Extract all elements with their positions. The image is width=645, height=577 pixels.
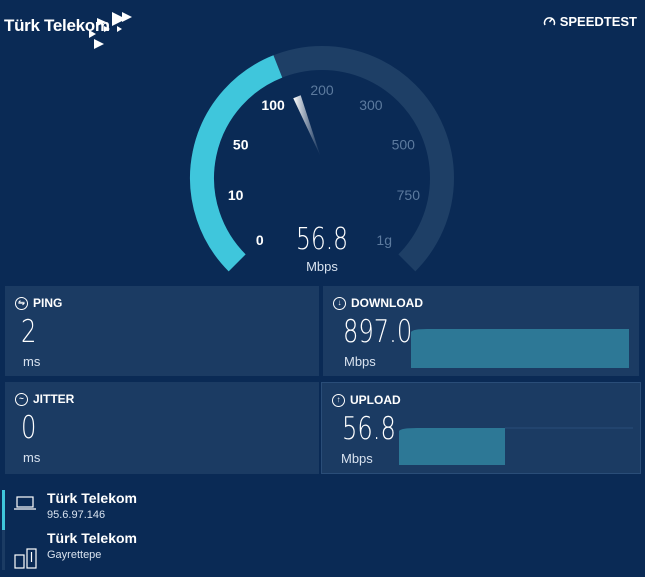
download-value: 897.0 [343,314,413,350]
ping-value: 2 [21,314,37,350]
download-chart [411,329,629,368]
gauge-scale-label: 50 [233,136,249,152]
gauge-scale-label: 0 [256,232,264,248]
server-info[interactable]: Türk Telekom Gayrettepe [0,530,645,570]
jitter-unit: ms [23,450,41,465]
jitter-value: 0 [21,410,37,446]
download-unit: Mbps [344,354,376,369]
client-isp-name: Türk Telekom [47,490,137,506]
client-info: Türk Telekom 95.6.97.146 [0,490,645,530]
upload-title: UPLOAD [350,393,401,407]
jitter-icon: ~ [15,392,28,406]
active-indicator [2,490,5,530]
upload-unit: Mbps [341,451,373,466]
download-arrow-icon: ↓ [333,296,346,310]
jitter-card: ~ JITTER 0 ms [5,382,319,474]
server-location: Gayrettepe [47,549,102,561]
download-card: ↓ DOWNLOAD 897.0 Mbps [323,286,639,376]
gauge-needle [293,95,321,157]
gauge-speed-unit: Mbps [306,259,338,274]
download-title: DOWNLOAD [351,296,423,310]
server-icon [14,548,37,569]
gauge-scale-label: 200 [310,82,334,98]
client-ip: 95.6.97.146 [47,509,106,521]
jitter-title: JITTER [33,392,75,406]
gauge-scale-label: 300 [359,97,383,113]
gauge-scale-label: 500 [392,136,416,152]
upload-arrow-icon: ↑ [332,393,345,407]
server-isp-name: Türk Telekom [47,530,137,546]
ping-title: PING [33,296,63,310]
download-chart-area [411,329,629,368]
upload-chart [399,427,633,465]
gauge-scale-label: 10 [228,187,244,203]
inactive-indicator [2,530,5,570]
upload-chart-area [399,428,505,465]
gauge-scale-label: 750 [397,187,421,203]
ping-unit: ms [23,354,41,369]
ping-card: ⇋ PING 2 ms [5,286,319,376]
upload-card: ↑ UPLOAD 56.8 Mbps [321,382,641,474]
gauge-scale-label: 100 [261,97,285,113]
laptop-icon [14,496,36,510]
upload-value: 56.8 [342,411,396,447]
gauge-speed-value: 56.8 [295,222,349,257]
gauge-scale-label: 1g [376,232,392,248]
ping-icon: ⇋ [15,296,28,310]
